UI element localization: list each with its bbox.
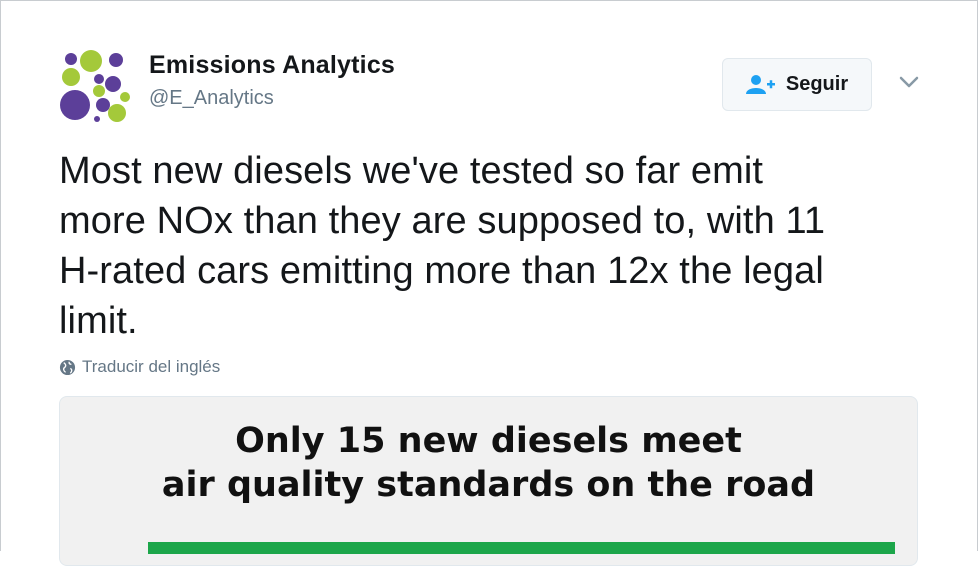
- media-heading-line: Only 15 new diesels meet: [235, 421, 742, 461]
- tweet-text-line: H-rated cars emitting more than 12x the …: [59, 250, 824, 292]
- follow-button[interactable]: Seguir: [722, 58, 872, 111]
- translate-link[interactable]: Traducir del inglés: [59, 357, 220, 377]
- chevron-down-icon[interactable]: [897, 72, 921, 92]
- globe-icon: [59, 359, 76, 375]
- tweet-text-line: limit.: [59, 300, 138, 342]
- author-name[interactable]: Emissions Analytics: [149, 51, 395, 80]
- green-bar: [148, 542, 895, 554]
- author-handle[interactable]: @E_Analytics: [149, 87, 274, 110]
- media-image[interactable]: Only 15 new diesels meet air quality sta…: [59, 396, 918, 566]
- bubbles-logo-icon[interactable]: [59, 47, 133, 123]
- translate-link-label: Traducir del inglés: [82, 357, 221, 376]
- tweet-text-line: more NOx than they are supposed to, with…: [59, 200, 826, 242]
- add-user-icon: [745, 74, 775, 94]
- tweet-card: Emissions Analytics @E_Analytics Seguir …: [0, 0, 978, 566]
- tweet-text: Most new diesels we've tested so far emi…: [59, 146, 939, 346]
- media-heading-line: air quality standards on the road: [161, 465, 816, 505]
- tweet-text-line: Most new diesels we've tested so far emi…: [59, 150, 764, 192]
- media-heading: Only 15 new diesels meet air quality sta…: [60, 419, 917, 507]
- follow-button-label: Seguir: [785, 73, 849, 95]
